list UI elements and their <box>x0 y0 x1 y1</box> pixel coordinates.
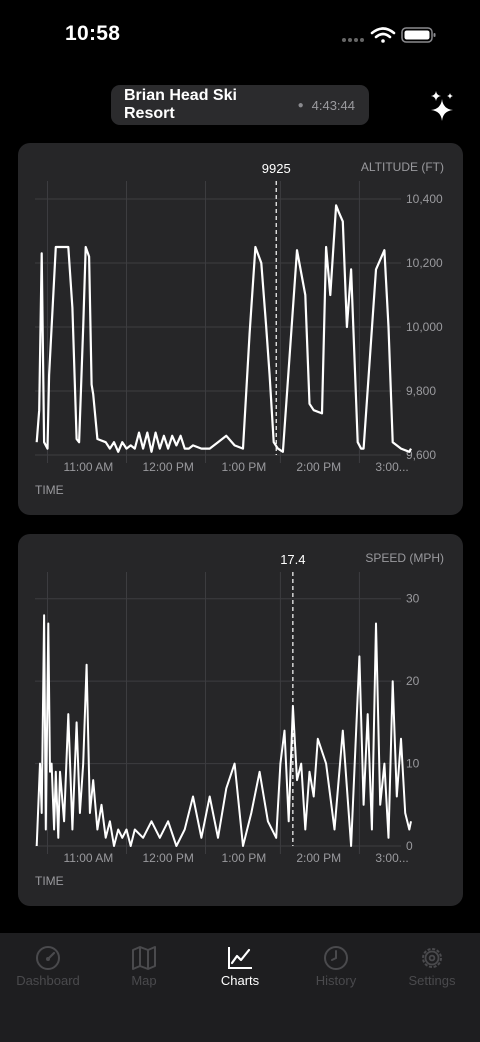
y-tick-label: 10 <box>406 757 420 771</box>
x-tick-label: 2:00 PM <box>296 851 341 865</box>
tab-label: Charts <box>220 973 260 988</box>
sparkle-icon <box>431 91 453 121</box>
altitude-cursor-value: 9925 <box>262 161 291 176</box>
y-tick-label: 10,400 <box>406 192 443 206</box>
tab-label: Dashboard <box>16 973 80 988</box>
speed-x-title: TIME <box>35 874 64 888</box>
session-title-pill[interactable]: Brian Head Ski Resort ● 4:43:44 <box>111 85 369 125</box>
cellular-signal-icon <box>342 38 364 42</box>
clock-icon <box>324 946 348 970</box>
status-icons <box>342 25 438 50</box>
tab-label: Settings <box>408 973 456 988</box>
speedometer-icon <box>36 946 60 970</box>
chart-line-icon <box>228 947 252 969</box>
resort-name: Brian Head Ski Resort <box>124 87 237 122</box>
tab-settings[interactable]: Settings <box>384 945 480 988</box>
tab-history[interactable]: History <box>288 945 384 988</box>
session-duration: 4:43:44 <box>311 97 355 113</box>
gear-icon <box>422 948 442 968</box>
separator-dot: ● <box>297 99 304 111</box>
y-tick-label: 30 <box>406 592 420 606</box>
sparkle-button[interactable] <box>428 91 456 121</box>
y-tick-label: 9,800 <box>406 384 436 398</box>
status-time: 10:58 <box>65 22 121 45</box>
x-tick-label: 11:00 AM <box>63 460 113 474</box>
altitude-chart-card: 10,400 10,200 10,000 9,800 9,600 11:00 AM 12:… <box>18 143 463 515</box>
x-tick-label: 11:00 AM <box>63 851 113 865</box>
y-tick-label: 10,000 <box>406 320 443 334</box>
x-tick-label: 3:00... <box>375 851 408 865</box>
speed-axis-title: SPEED (MPH) <box>365 551 444 565</box>
y-tick-label: 10,200 <box>406 256 443 270</box>
speed-chart-card: 30 20 10 0 11:00 AM 12:00 PM 1:00 PM 2:00 PM 3:… <box>18 534 463 906</box>
x-tick-label: 2:00 PM <box>296 460 341 474</box>
tab-label: Map <box>131 973 157 988</box>
y-tick-label: 20 <box>406 674 420 688</box>
x-tick-label: 1:00 PM <box>222 460 267 474</box>
x-tick-label: 12:00 PM <box>143 851 194 865</box>
tab-label: History <box>315 973 357 988</box>
battery-icon <box>401 27 436 43</box>
speed-chart[interactable]: 3020100 11:00 AM 12:00 PM 1:00 PM 2:00 PM 3:… <box>18 534 463 906</box>
tab-charts[interactable]: Charts <box>192 945 288 988</box>
altitude-chart[interactable]: 10,40010,20010,0009,8009,600 11:00 AM 12:… <box>18 143 463 515</box>
x-tick-label: 3:00... <box>375 460 408 474</box>
x-tick-label: 1:00 PM <box>222 851 267 865</box>
tab-bar: Dashboard Map Charts History Settings <box>0 933 480 1042</box>
altitude-axis-title: ALTITUDE (FT) <box>361 160 444 174</box>
tab-map[interactable]: Map <box>96 945 192 988</box>
wifi-icon <box>370 27 396 43</box>
speed-series-line <box>35 614 412 847</box>
tab-dashboard[interactable]: Dashboard <box>0 945 96 988</box>
altitude-series-line <box>35 204 412 453</box>
status-bar: 10:58 <box>0 0 480 70</box>
speed-cursor-value: 17.4 <box>280 552 305 567</box>
map-icon <box>132 946 156 970</box>
x-tick-label: 12:00 PM <box>143 460 194 474</box>
altitude-x-title: TIME <box>35 483 64 497</box>
